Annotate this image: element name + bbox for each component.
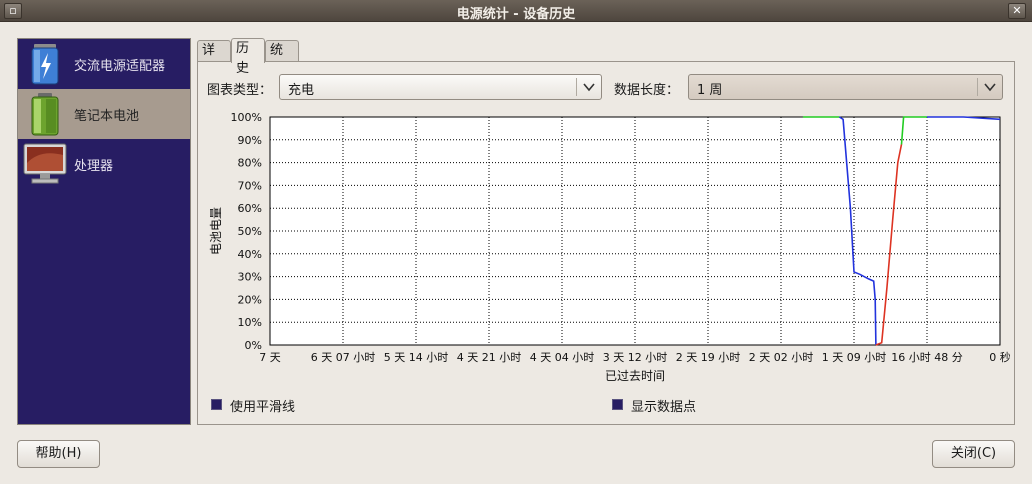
y-tick-label: 50% bbox=[238, 225, 262, 238]
window-title: 电源统计 - 设备历史 bbox=[456, 7, 576, 22]
history-chart-svg: 0%10%20%30%40%50%60%70%80%90%100%7 天6 天 … bbox=[209, 111, 1010, 383]
y-tick-label: 10% bbox=[238, 316, 262, 329]
y-tick-label: 100% bbox=[231, 111, 262, 124]
ac-adapter-icon bbox=[31, 44, 59, 85]
device-label: 处理器 bbox=[74, 159, 114, 174]
graph-type-label: 图表类型： bbox=[207, 83, 273, 98]
x-axis-label: 已过去时间 bbox=[605, 369, 665, 383]
combo-separator bbox=[576, 78, 577, 96]
device-list: 交流电源适配器 笔记本电池 处理器 bbox=[17, 38, 191, 425]
x-tick-label: 0 秒 bbox=[989, 350, 1010, 364]
tab-details[interactable]: 详细 bbox=[197, 40, 231, 78]
device-label: 交流电源适配器 bbox=[74, 59, 166, 74]
processor-icon bbox=[23, 143, 67, 184]
x-tick-label: 3 天 12 小时 bbox=[603, 351, 668, 364]
x-tick-label: 2 天 19 小时 bbox=[676, 351, 741, 364]
device-item-ac-adapter[interactable]: 交流电源适配器 bbox=[18, 39, 190, 89]
help-button[interactable]: 帮助(H) bbox=[17, 440, 100, 468]
close-window-button[interactable]: ✕ bbox=[1008, 3, 1026, 19]
y-tick-label: 30% bbox=[238, 271, 262, 284]
x-tick-label: 4 天 21 小时 bbox=[457, 351, 522, 364]
tab-statistics[interactable]: 统计 bbox=[265, 40, 299, 78]
y-tick-label: 40% bbox=[238, 248, 262, 261]
x-tick-label: 16 小时 48 分 bbox=[891, 351, 962, 364]
smooth-lines-label: 使用平滑线 bbox=[230, 400, 296, 415]
x-tick-label: 2 天 02 小时 bbox=[749, 351, 814, 364]
y-tick-label: 60% bbox=[238, 202, 262, 215]
y-axis-label: 电池电量 bbox=[209, 207, 223, 255]
x-tick-label: 4 天 04 小时 bbox=[530, 351, 595, 364]
x-tick-label: 6 天 07 小时 bbox=[311, 351, 376, 364]
data-length-label: 数据长度： bbox=[614, 83, 680, 98]
checkbox-box bbox=[612, 399, 623, 410]
title-bar: ▫ 电源统计 - 设备历史 ✕ bbox=[0, 0, 1032, 22]
show-points-label: 显示数据点 bbox=[631, 400, 697, 415]
battery-icon bbox=[31, 93, 59, 136]
y-tick-label: 80% bbox=[238, 157, 262, 170]
chevron-down-icon bbox=[984, 83, 996, 92]
data-length-value: 1 周 bbox=[697, 83, 723, 98]
y-tick-label: 20% bbox=[238, 293, 262, 306]
graph-type-value: 充电 bbox=[288, 83, 315, 98]
x-tick-label: 5 天 14 小时 bbox=[384, 351, 449, 364]
history-chart: 0% 10% 20% 30% 40% 50% 60% 70% 80% 90% 100% 7 天6 天 … bbox=[200, 108, 1010, 388]
data-length-select[interactable]: 1 周 bbox=[688, 74, 1003, 100]
chevron-down-icon bbox=[583, 83, 595, 92]
device-item-battery[interactable]: 笔记本电池 bbox=[18, 89, 190, 139]
y-tick-label: 90% bbox=[238, 134, 262, 147]
device-label: 笔记本电池 bbox=[74, 109, 140, 124]
y-tick-label: 70% bbox=[238, 179, 262, 192]
x-tick-label: 7 天 bbox=[259, 351, 281, 364]
checkbox-box bbox=[211, 399, 222, 410]
close-button[interactable]: 关闭(C) bbox=[932, 440, 1015, 468]
x-tick-label: 1 天 09 小时 bbox=[822, 351, 887, 364]
graph-type-select[interactable]: 充电 bbox=[279, 74, 602, 100]
device-item-processor[interactable]: 处理器 bbox=[18, 139, 190, 189]
tab-history[interactable]: 历史 bbox=[231, 38, 265, 76]
combo-separator bbox=[977, 78, 978, 96]
